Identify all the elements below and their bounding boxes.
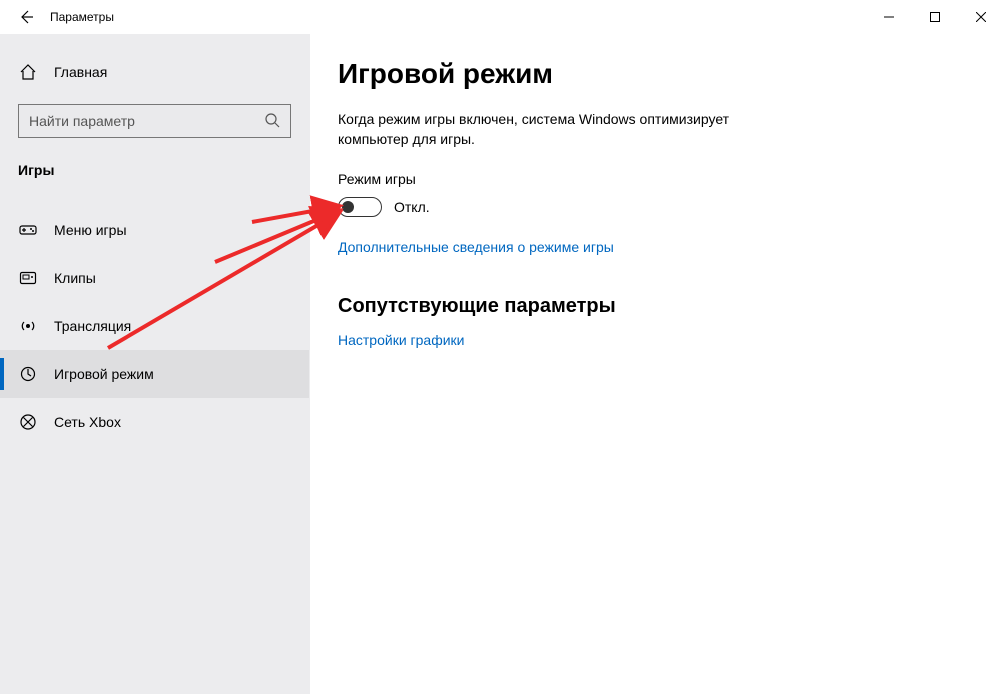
sidebar-item-xbox[interactable]: Сеть Xbox bbox=[0, 398, 309, 446]
captures-icon bbox=[18, 268, 38, 288]
sidebar: Главная Игры Меню игры Клипы bbox=[0, 34, 310, 694]
sidebar-item-label: Игровой режим bbox=[54, 366, 154, 382]
sidebar-category: Игры bbox=[0, 138, 309, 188]
toggle-knob bbox=[342, 201, 354, 213]
home-icon bbox=[18, 62, 38, 82]
game-bar-icon bbox=[18, 220, 38, 240]
sidebar-item-game-bar[interactable]: Меню игры bbox=[0, 206, 309, 254]
search-icon bbox=[264, 112, 280, 131]
window-title: Параметры bbox=[50, 10, 114, 24]
minimize-button[interactable] bbox=[866, 0, 912, 34]
related-heading: Сопутствующие параметры bbox=[338, 295, 964, 318]
close-button[interactable] bbox=[958, 0, 1004, 34]
sidebar-item-label: Трансляция bbox=[54, 318, 131, 334]
sidebar-item-game-mode[interactable]: Игровой режим bbox=[0, 350, 309, 398]
titlebar: Параметры bbox=[0, 0, 1004, 34]
page-title: Игровой режим bbox=[338, 58, 964, 90]
graphics-settings-link[interactable]: Настройки графики bbox=[338, 332, 465, 348]
search-input[interactable] bbox=[29, 113, 264, 129]
maximize-button[interactable] bbox=[912, 0, 958, 34]
back-button[interactable] bbox=[8, 0, 44, 34]
toggle-state: Откл. bbox=[394, 199, 430, 215]
search-box[interactable] bbox=[18, 104, 291, 138]
sidebar-home-label: Главная bbox=[54, 64, 107, 80]
page-description: Когда режим игры включен, система Window… bbox=[338, 110, 798, 149]
sidebar-item-label: Клипы bbox=[54, 270, 96, 286]
toggle-label: Режим игры bbox=[338, 171, 964, 187]
content: Игровой режим Когда режим игры включен, … bbox=[310, 34, 1004, 694]
learn-more-link[interactable]: Дополнительные сведения о режиме игры bbox=[338, 239, 614, 255]
sidebar-item-label: Сеть Xbox bbox=[54, 414, 121, 430]
game-mode-icon bbox=[18, 364, 38, 384]
sidebar-nav: Меню игры Клипы Трансляция Игровой режим bbox=[0, 188, 309, 446]
sidebar-home[interactable]: Главная bbox=[0, 52, 309, 92]
sidebar-item-broadcast[interactable]: Трансляция bbox=[0, 302, 309, 350]
xbox-icon bbox=[18, 412, 38, 432]
game-mode-toggle[interactable] bbox=[338, 197, 382, 217]
sidebar-item-label: Меню игры bbox=[54, 222, 127, 238]
sidebar-item-captures[interactable]: Клипы bbox=[0, 254, 309, 302]
broadcast-icon bbox=[18, 316, 38, 336]
